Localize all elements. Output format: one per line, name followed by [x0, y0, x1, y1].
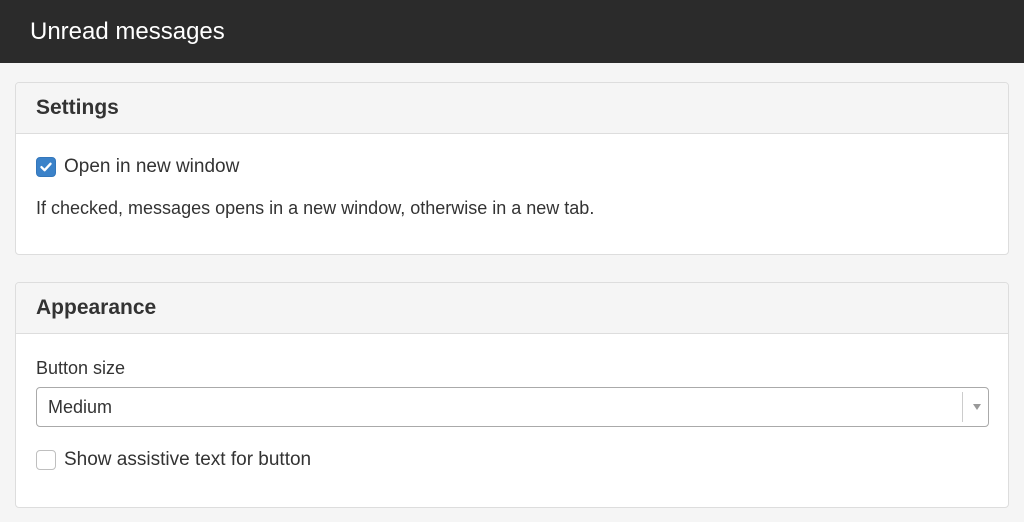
assistive-text-label: Show assistive text for button	[64, 449, 312, 470]
select-divider	[962, 392, 963, 422]
page-title: Unread messages	[30, 17, 225, 45]
assistive-text-option[interactable]: Show assistive text for button	[36, 449, 311, 471]
open-new-window-label: Open in new window	[64, 156, 240, 177]
button-size-label: Button size	[36, 358, 126, 378]
button-size-select[interactable]: Medium	[36, 387, 989, 427]
checkmark-icon	[40, 162, 52, 172]
appearance-panel: Appearance Button size Medium Show assis…	[15, 282, 1009, 508]
assistive-text-checkbox[interactable]	[36, 450, 56, 470]
settings-heading: Settings	[36, 96, 119, 119]
app-header: Unread messages	[0, 0, 1024, 63]
appearance-panel-heading: Appearance	[16, 283, 1008, 334]
open-new-window-checkbox[interactable]	[36, 157, 56, 177]
open-new-window-option[interactable]: Open in new window	[36, 156, 239, 178]
appearance-heading: Appearance	[36, 296, 157, 319]
settings-panel-heading: Settings	[16, 83, 1008, 134]
settings-panel: Settings Open in new window If checked, …	[15, 82, 1009, 255]
open-new-window-help-text: If checked, messages opens in a new wind…	[36, 198, 595, 218]
chevron-down-icon[interactable]	[973, 404, 981, 410]
button-size-selected-value: Medium	[48, 397, 113, 417]
